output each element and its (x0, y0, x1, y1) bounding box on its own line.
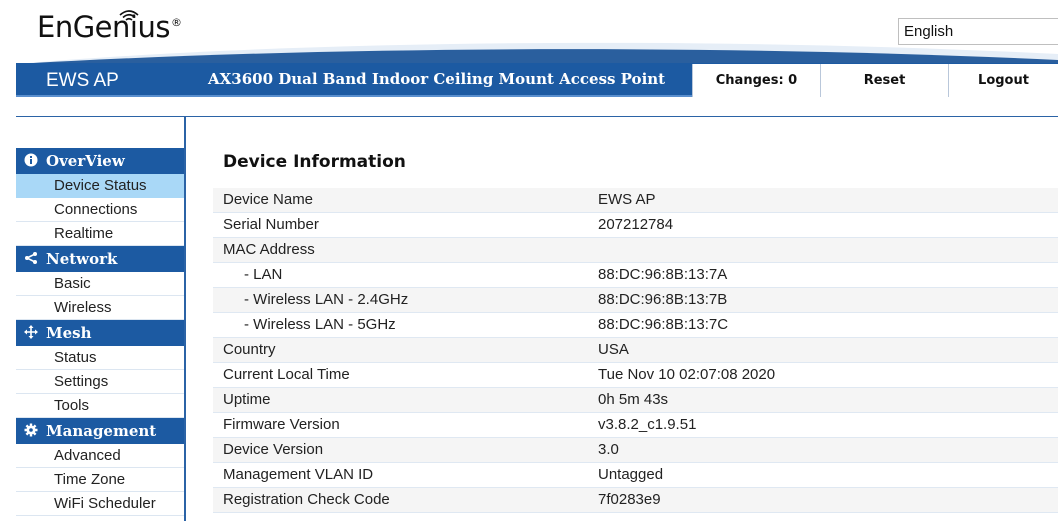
sidebar-item-settings[interactable]: Settings (16, 370, 184, 394)
frame-divider (16, 116, 1058, 117)
row-label: Device Version (223, 441, 324, 458)
table-row: - Wireless LAN - 2.4GHz 88:DC:96:8B:13:7B (213, 288, 1058, 313)
row-label: Registration Check Code (223, 491, 390, 508)
sidebar-item-status[interactable]: Status (16, 346, 184, 370)
row-value: 88:DC:96:8B:13:7C (598, 316, 729, 333)
row-label: Firmware Version (223, 416, 340, 433)
row-label: - LAN (244, 266, 283, 283)
product-name: EWS AP (46, 70, 119, 91)
table-row: Serial Number 207212784 (213, 213, 1058, 238)
sidebar-section-overview[interactable]: OverView (16, 148, 184, 174)
row-label: Device Name (223, 191, 314, 208)
changes-button[interactable]: Changes: 0 (692, 64, 820, 97)
table-row: Firmware Version v3.8.2_c1.9.51 (213, 413, 1058, 438)
row-value: EWS AP (598, 191, 656, 208)
sidebar: OverView Device Status Connections Realt… (16, 148, 184, 516)
row-value: v3.8.2_c1.9.51 (598, 416, 697, 433)
sidebar-item-connections[interactable]: Connections (16, 198, 184, 222)
info-icon (24, 153, 38, 167)
row-label: MAC Address (223, 241, 315, 258)
row-label: Country (223, 341, 276, 358)
sidebar-item-realtime[interactable]: Realtime (16, 222, 184, 246)
table-row: Management VLAN ID Untagged (213, 463, 1058, 488)
row-value: 88:DC:96:8B:13:7B (598, 291, 728, 308)
row-value: USA (598, 341, 629, 358)
sidebar-item-tools[interactable]: Tools (16, 394, 184, 418)
share-icon (25, 252, 37, 264)
row-label: Uptime (223, 391, 271, 408)
row-label: Serial Number (223, 216, 319, 233)
table-row: Uptime 0h 5m 43s (213, 388, 1058, 413)
row-label: Current Local Time (223, 366, 350, 383)
gear-icon (24, 423, 38, 437)
model-name: AX3600 Dual Band Indoor Ceiling Mount Ac… (208, 70, 666, 88)
table-row: Country USA (213, 338, 1058, 363)
row-value: 7f0283e9 (598, 491, 661, 508)
table-row: MAC Address (213, 238, 1058, 263)
table-row: Device Name EWS AP (213, 188, 1058, 213)
table-row: Current Local Time Tue Nov 10 02:07:08 20… (213, 363, 1058, 388)
logo-registered-mark: ® (170, 16, 182, 29)
logout-button[interactable]: Logout (948, 64, 1058, 97)
wifi-icon (119, 10, 139, 21)
device-info-table: Device Name EWS AP Serial Number 207212784… (213, 188, 1058, 513)
sidebar-item-wireless[interactable]: Wireless (16, 296, 184, 320)
sidebar-section-label: Management (46, 422, 157, 440)
sidebar-section-management[interactable]: Management (16, 418, 184, 444)
move-arrows-icon (24, 325, 38, 339)
header-swoosh (16, 42, 1058, 64)
row-value: Untagged (598, 466, 664, 483)
sidebar-divider (184, 116, 186, 521)
row-label: - Wireless LAN - 2.4GHz (244, 291, 409, 308)
row-value: 88:DC:96:8B:13:7A (598, 266, 728, 283)
sidebar-section-network[interactable]: Network (16, 246, 184, 272)
table-row: - LAN 88:DC:96:8B:13:7A (213, 263, 1058, 288)
sidebar-section-label: Mesh (46, 324, 92, 342)
sidebar-section-mesh[interactable]: Mesh (16, 320, 184, 346)
sidebar-item-wifi-scheduler[interactable]: WiFi Scheduler (16, 492, 184, 516)
row-value: Tue Nov 10 02:07:08 2020 (598, 366, 776, 383)
table-row: - Wireless LAN - 5GHz 88:DC:96:8B:13:7C (213, 313, 1058, 338)
sidebar-item-device-status[interactable]: Device Status (16, 174, 184, 198)
sidebar-section-label: OverView (46, 152, 125, 170)
row-label: Management VLAN ID (223, 466, 374, 483)
page-title: Device Information (223, 152, 406, 172)
table-row: Registration Check Code 7f0283e9 (213, 488, 1058, 513)
reset-button[interactable]: Reset (820, 64, 948, 97)
row-value: 3.0 (598, 441, 619, 458)
row-value: 0h 5m 43s (598, 391, 669, 408)
sidebar-item-time-zone[interactable]: Time Zone (16, 468, 184, 492)
sidebar-item-basic[interactable]: Basic (16, 272, 184, 296)
row-value: 207212784 (598, 216, 674, 233)
row-label: - Wireless LAN - 5GHz (244, 316, 396, 333)
sidebar-section-label: Network (46, 250, 118, 268)
sidebar-item-advanced[interactable]: Advanced (16, 444, 184, 468)
table-row: Device Version 3.0 (213, 438, 1058, 463)
